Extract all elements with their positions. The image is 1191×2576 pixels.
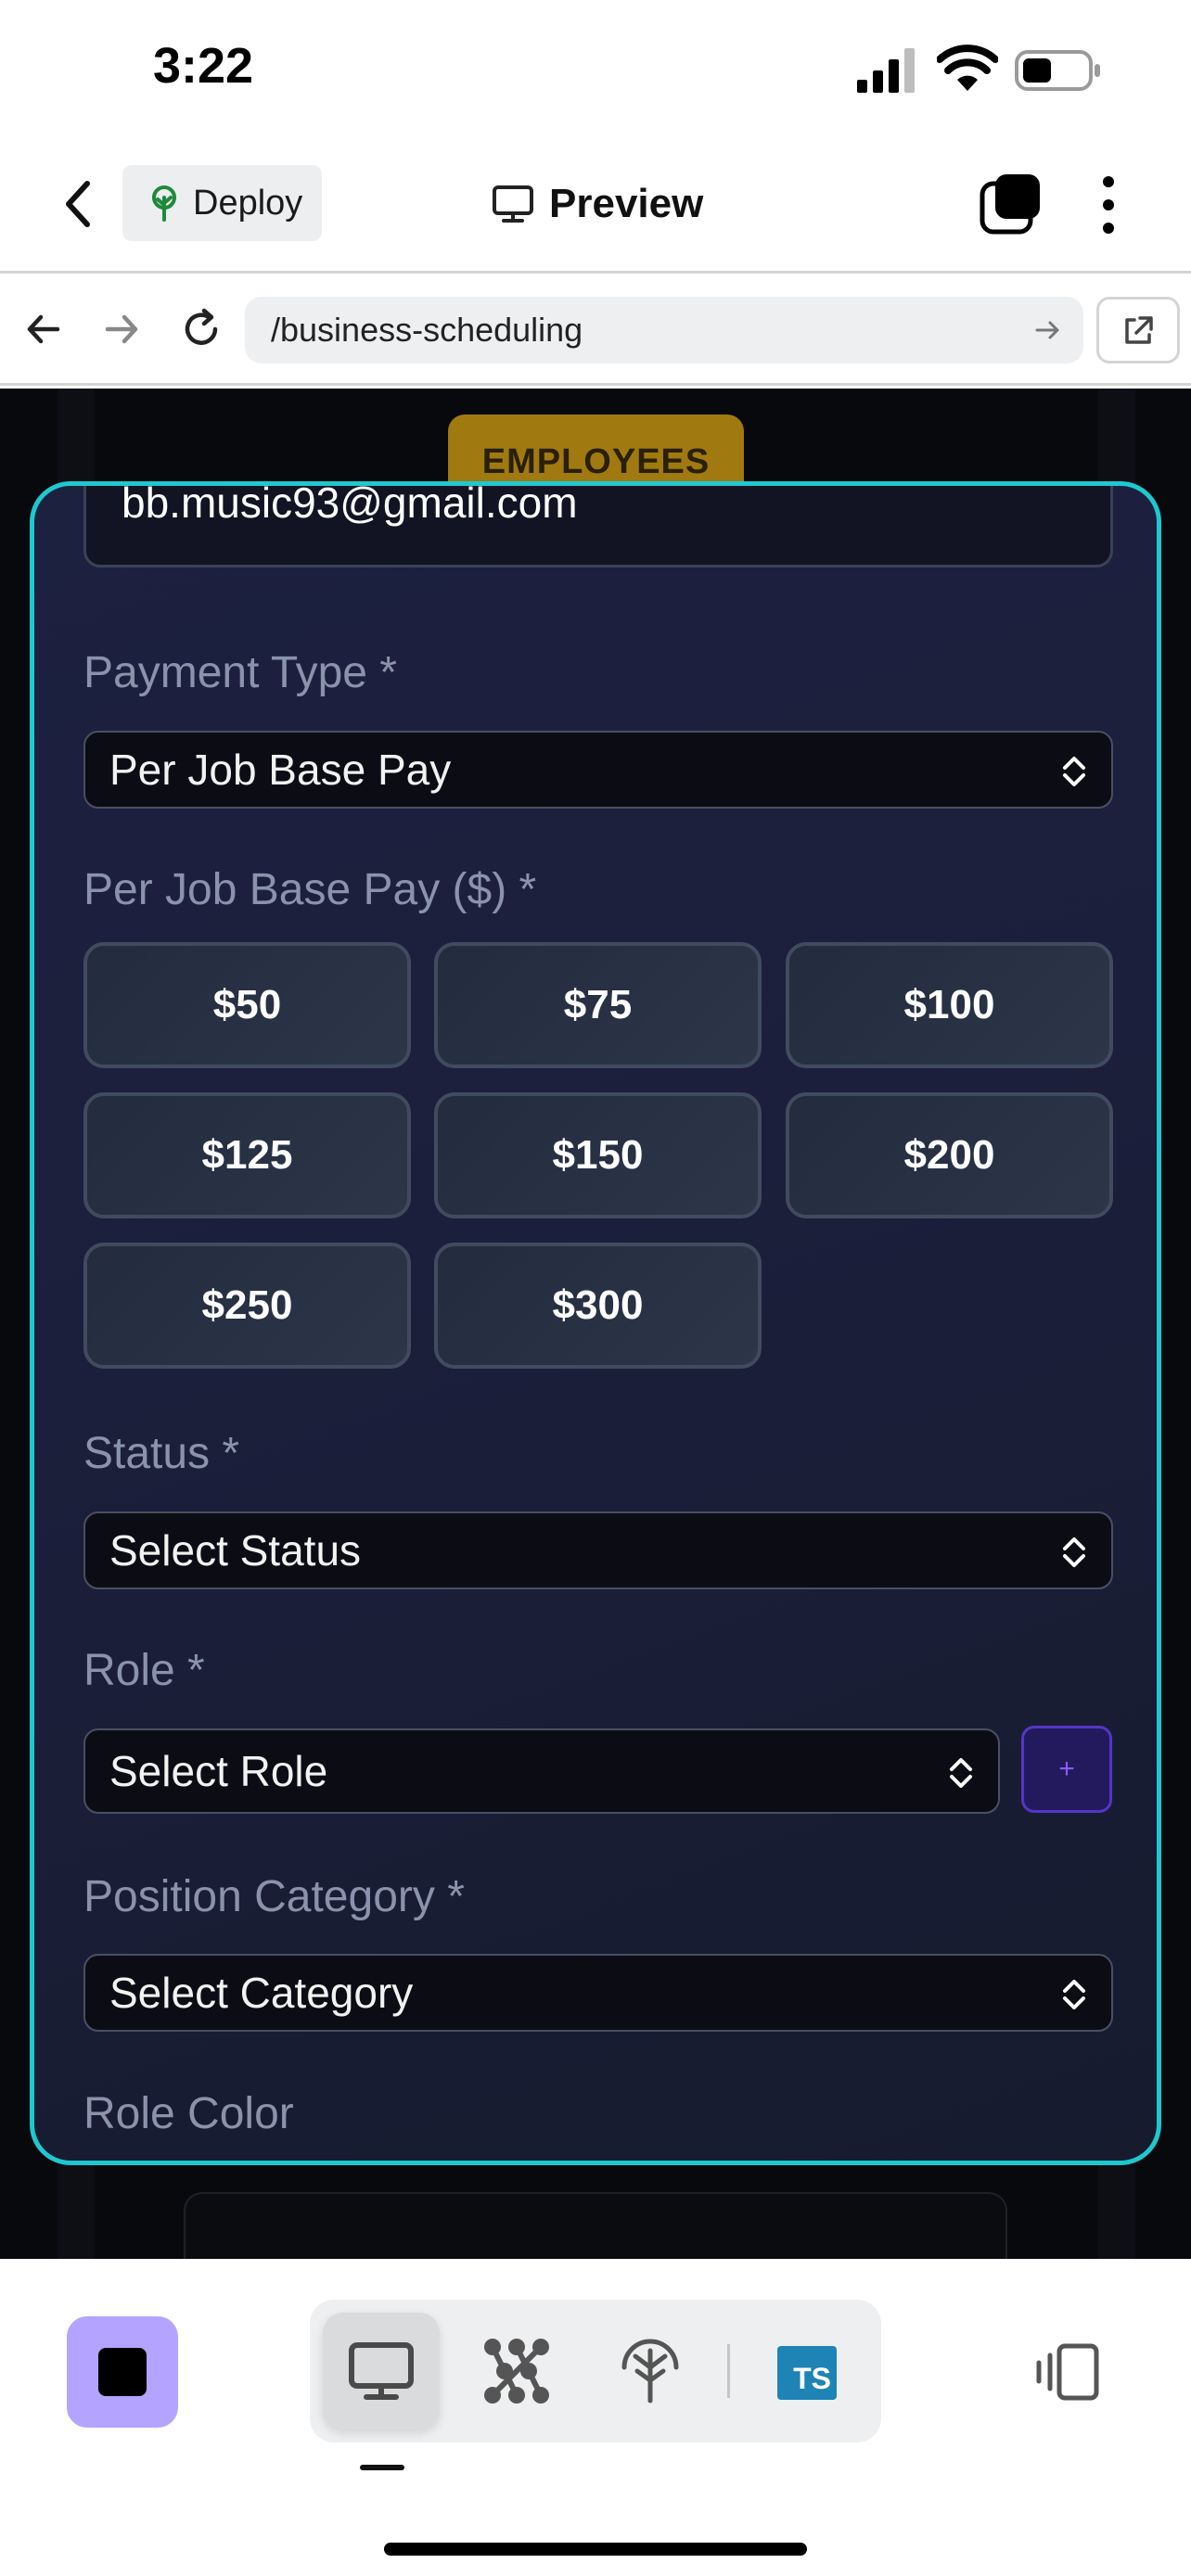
browser-bar: /business-scheduling [0, 276, 1191, 386]
pay-option-button[interactable]: $250 [83, 1243, 411, 1369]
wifi-icon [937, 45, 998, 91]
stop-button[interactable] [67, 2316, 178, 2428]
status-bar: 3:22 [0, 0, 1191, 139]
email-field[interactable]: bb.music93@gmail.com [83, 486, 1113, 567]
pay-option-button[interactable]: $75 [434, 942, 762, 1068]
role-select[interactable]: Select Role [83, 1728, 1000, 1814]
role-label: Role * [83, 1646, 205, 1695]
preview-title: Preview [492, 176, 703, 232]
add-role-button[interactable]: + [1021, 1726, 1112, 1813]
cellular-signal-icon [857, 48, 915, 93]
open-external-button[interactable] [1096, 297, 1180, 363]
monitor-icon [349, 2342, 414, 2400]
select-chevron-icon [1063, 757, 1085, 786]
role-value: Select Role [109, 1747, 328, 1795]
bottom-toolbar: TS [0, 2259, 1191, 2576]
arrow-left-icon[interactable] [20, 306, 67, 352]
network-icon [484, 2339, 549, 2404]
pay-option-button[interactable]: $200 [786, 1092, 1113, 1218]
deploy-label: Deploy [193, 183, 303, 223]
background-card [184, 2192, 1007, 2259]
tool-switcher: TS [310, 2300, 881, 2442]
arrow-right-icon[interactable] [98, 306, 145, 352]
home-indicator [384, 2543, 807, 2556]
select-chevron-icon [950, 1758, 972, 1788]
position-category-value: Select Category [109, 1969, 414, 2017]
payment-type-label: Payment Type * [83, 648, 397, 697]
status-value: Select Status [109, 1526, 362, 1575]
payment-type-value: Per Job Base Pay [109, 746, 452, 794]
pay-option-button[interactable]: $300 [434, 1243, 762, 1369]
preview-tool-button[interactable] [323, 2313, 440, 2429]
payment-type-select[interactable]: Per Job Base Pay [83, 731, 1113, 809]
go-arrow-icon[interactable] [1033, 315, 1063, 345]
tabs-icon[interactable] [979, 172, 1044, 237]
deploy-tool-button[interactable] [592, 2313, 709, 2429]
antenna-icon [621, 2339, 679, 2404]
status-time: 3:22 [153, 38, 254, 94]
position-category-select[interactable]: Select Category [83, 1954, 1113, 2032]
battery-icon [1015, 50, 1100, 91]
monitor-icon [493, 185, 533, 223]
more-vertical-icon[interactable] [1095, 172, 1122, 237]
deploy-button[interactable]: Deploy [122, 165, 322, 241]
active-indicator [360, 2465, 404, 2470]
status-select[interactable]: Select Status [83, 1511, 1113, 1589]
pay-option-button[interactable]: $150 [434, 1092, 762, 1218]
typescript-badge[interactable]: TS [777, 2346, 837, 2400]
url-field[interactable]: /business-scheduling [245, 297, 1083, 363]
stop-icon [98, 2348, 147, 2396]
toolbar-divider [727, 2344, 730, 2398]
app-header: Deploy Preview [0, 139, 1191, 274]
reload-icon[interactable] [178, 306, 224, 352]
employee-form-modal: bb.music93@gmail.com Payment Type * Per … [30, 481, 1161, 2165]
select-chevron-icon [1063, 1980, 1085, 2009]
role-color-label: Role Color [83, 2089, 294, 2138]
pay-option-button[interactable]: $125 [83, 1092, 411, 1218]
pay-option-button[interactable]: $100 [786, 942, 1113, 1068]
url-text: /business-scheduling [271, 311, 583, 349]
network-tool-button[interactable] [458, 2313, 575, 2429]
split-view-icon[interactable] [1031, 2335, 1106, 2409]
base-pay-label: Per Job Base Pay ($) * [83, 865, 537, 914]
open-external-icon [1125, 316, 1153, 344]
status-label: Status * [83, 1429, 240, 1478]
back-chevron-icon[interactable] [56, 176, 102, 232]
select-chevron-icon [1063, 1537, 1085, 1567]
deploy-tree-icon [152, 185, 176, 222]
preview-title-text: Preview [549, 181, 704, 226]
pay-option-button[interactable]: $50 [83, 942, 411, 1068]
position-category-label: Position Category * [83, 1872, 465, 1921]
